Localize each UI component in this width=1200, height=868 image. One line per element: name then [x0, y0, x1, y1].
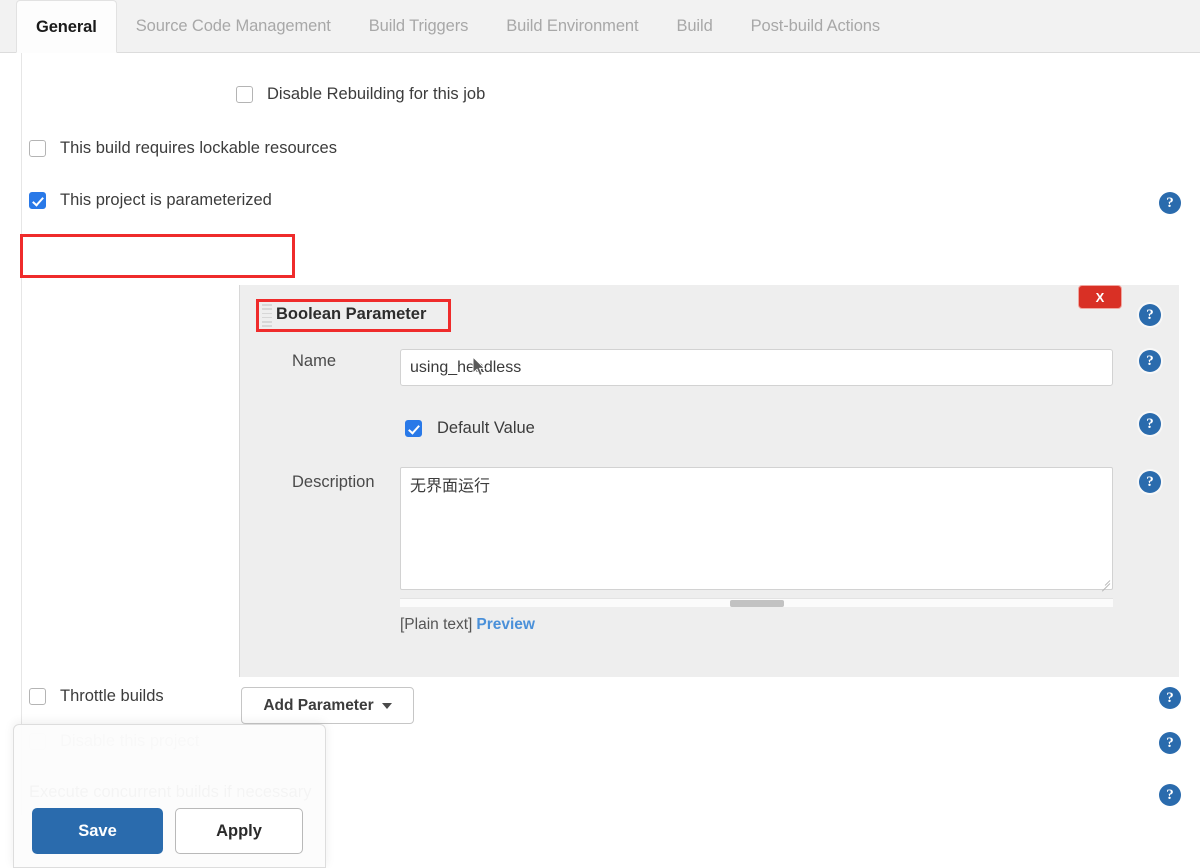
option-disable-rebuilding[interactable]: Disable Rebuilding for this job: [236, 85, 485, 104]
throttle-builds-checkbox[interactable]: [29, 688, 46, 705]
parameter-type-title: Boolean Parameter: [276, 305, 427, 323]
option-lockable-resources[interactable]: This build requires lockable resources: [29, 139, 337, 158]
tab-build-triggers[interactable]: Build Triggers: [350, 0, 487, 52]
tab-build[interactable]: Build: [657, 0, 731, 52]
drag-handle-icon[interactable]: [262, 304, 272, 327]
option-throttle-builds[interactable]: Throttle builds: [29, 687, 164, 706]
config-form-page: Disable Rebuilding for this job This bui…: [0, 53, 1200, 868]
lockable-resources-checkbox[interactable]: [29, 140, 46, 157]
default-value-checkbox[interactable]: [405, 420, 422, 437]
description-horizontal-scrollbar[interactable]: [400, 598, 1113, 607]
chevron-down-icon: [381, 702, 392, 709]
scrollbar-thumb[interactable]: [730, 600, 784, 607]
project-is-parameterized-checkbox[interactable]: [29, 192, 46, 209]
markup-type-label: [Plain text]: [400, 616, 473, 633]
tab-post-build-actions[interactable]: Post-build Actions: [732, 0, 899, 52]
lockable-resources-label: This build requires lockable resources: [60, 139, 337, 157]
option-default-value[interactable]: Default Value: [405, 419, 535, 438]
disable-rebuilding-label: Disable Rebuilding for this job: [267, 85, 486, 103]
tab-source-code-management[interactable]: Source Code Management: [117, 0, 350, 52]
help-icon-concurrent-builds[interactable]: ?: [1159, 784, 1181, 806]
help-icon-name[interactable]: ?: [1139, 350, 1161, 372]
project-is-parameterized-label: This project is parameterized: [60, 191, 272, 209]
tab-general[interactable]: General: [16, 0, 117, 53]
throttle-builds-label: Throttle builds: [60, 687, 164, 705]
help-icon-parameterized[interactable]: ?: [1159, 192, 1181, 214]
tab-build-environment[interactable]: Build Environment: [487, 0, 657, 52]
help-icon-throttle-builds[interactable]: ?: [1159, 687, 1181, 709]
help-icon-default-value[interactable]: ?: [1139, 413, 1161, 435]
help-icon-description[interactable]: ?: [1139, 471, 1161, 493]
parameter-description-textarea[interactable]: [400, 467, 1113, 590]
default-value-label: Default Value: [437, 419, 535, 437]
description-field-label: Description: [292, 473, 375, 491]
disable-rebuilding-checkbox[interactable]: [236, 86, 253, 103]
add-parameter-label: Add Parameter: [263, 696, 374, 714]
config-tab-bar: General Source Code Management Build Tri…: [0, 0, 1200, 53]
name-field-label: Name: [292, 352, 337, 370]
parameter-name-input[interactable]: [400, 349, 1113, 386]
help-icon-disable-project[interactable]: ?: [1159, 732, 1181, 754]
remove-parameter-button[interactable]: X: [1078, 285, 1122, 309]
help-icon-parameter[interactable]: ?: [1139, 304, 1161, 326]
preview-link[interactable]: Preview: [476, 616, 535, 633]
option-project-is-parameterized[interactable]: This project is parameterized: [29, 191, 272, 210]
add-parameter-button[interactable]: Add Parameter: [241, 687, 414, 724]
markup-formatter-line: [Plain text] Preview: [400, 616, 535, 634]
